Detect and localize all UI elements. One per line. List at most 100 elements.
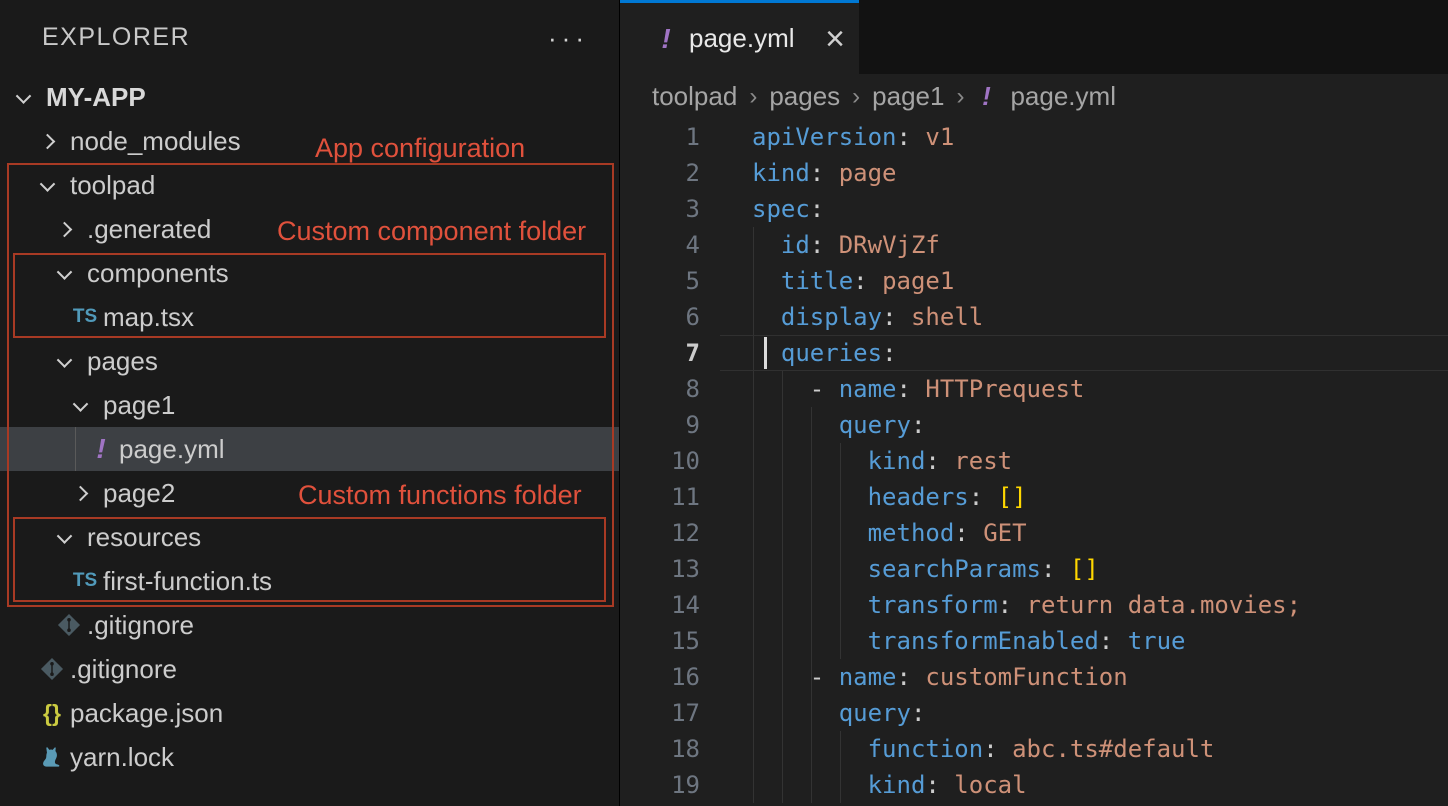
line-text: - name: customFunction xyxy=(700,663,1128,691)
breadcrumb-item-page1[interactable]: page1 xyxy=(872,81,944,112)
code-editor[interactable]: 1apiVersion: v12kind: page3spec:4 id: DR… xyxy=(620,119,1448,806)
code-lines: 1apiVersion: v12kind: page3spec:4 id: DR… xyxy=(620,119,1448,803)
text-cursor xyxy=(764,337,767,369)
ts-icon: TS xyxy=(69,564,101,598)
line-text: method: GET xyxy=(700,519,1027,547)
folder-twistie xyxy=(36,168,70,202)
line-number: 15 xyxy=(620,627,700,655)
chevron-down-icon xyxy=(73,396,89,412)
tree-item-gitignore[interactable]: .gitignore xyxy=(0,603,619,647)
tree-item-yarn-lock[interactable]: yarn.lock xyxy=(0,735,619,779)
line-number: 2 xyxy=(620,159,700,187)
line-number: 19 xyxy=(620,771,700,799)
close-tab-icon[interactable]: × xyxy=(825,24,845,54)
tree-item-my-app[interactable]: MY-APP xyxy=(0,75,619,119)
tree-item-label: page2 xyxy=(103,478,175,509)
line-text: apiVersion: v1 xyxy=(700,123,954,151)
code-line-6[interactable]: 6 display: shell xyxy=(620,299,1448,335)
file-icon-slot: TS xyxy=(69,300,103,334)
chevron-right-icon xyxy=(40,133,56,149)
tree-item-toolpad[interactable]: toolpad xyxy=(0,163,619,207)
line-text: transformEnabled: true xyxy=(700,627,1185,655)
code-line-10[interactable]: 10 kind: rest xyxy=(620,443,1448,479)
explorer-more-button[interactable]: ··· xyxy=(548,33,589,43)
git-icon xyxy=(53,608,85,642)
tab-title: page.yml xyxy=(689,23,795,54)
code-line-2[interactable]: 2kind: page xyxy=(620,155,1448,191)
line-number: 18 xyxy=(620,735,700,763)
tree-item-resources[interactable]: resources xyxy=(0,515,619,559)
file-icon-slot xyxy=(36,740,70,774)
tab-page-yml[interactable]: ! page.yml × xyxy=(620,0,859,74)
tree-item-package-json[interactable]: {}package.json xyxy=(0,691,619,735)
tree-item-first-function-ts[interactable]: TSfirst-function.ts xyxy=(0,559,619,603)
line-text: transform: return data.movies; xyxy=(700,591,1301,619)
folder-twistie xyxy=(36,124,70,158)
line-text: searchParams: [] xyxy=(700,555,1099,583)
file-icon-slot xyxy=(36,652,70,686)
code-line-1[interactable]: 1apiVersion: v1 xyxy=(620,119,1448,155)
tree-item-page1[interactable]: page1 xyxy=(0,383,619,427)
line-text: function: abc.ts#default xyxy=(700,735,1214,763)
tree-item-label: .generated xyxy=(87,214,211,245)
code-line-13[interactable]: 13 searchParams: [] xyxy=(620,551,1448,587)
code-line-12[interactable]: 12 method: GET xyxy=(620,515,1448,551)
breadcrumb-item-pages[interactable]: pages xyxy=(769,81,840,112)
code-line-8[interactable]: 8 - name: HTTPrequest xyxy=(620,371,1448,407)
yaml-file-icon: ! xyxy=(655,22,677,56)
tree-item-label: page.yml xyxy=(119,434,225,465)
code-line-11[interactable]: 11 headers: [] xyxy=(620,479,1448,515)
chevron-down-icon xyxy=(40,176,56,192)
tree-item-label: components xyxy=(87,258,229,289)
code-line-4[interactable]: 4 id: DRwVjZf xyxy=(620,227,1448,263)
chevron-right-icon xyxy=(73,485,89,501)
breadcrumb-item-toolpad[interactable]: toolpad xyxy=(652,81,737,112)
code-line-16[interactable]: 16 - name: customFunction xyxy=(620,659,1448,695)
line-number: 17 xyxy=(620,699,700,727)
line-number: 12 xyxy=(620,519,700,547)
line-text: display: shell xyxy=(700,303,983,331)
line-text: spec: xyxy=(700,195,824,223)
tree-item-gitignore[interactable]: .gitignore xyxy=(0,647,619,691)
line-number: 14 xyxy=(620,591,700,619)
breadcrumb-separator: › xyxy=(852,83,860,111)
chevron-down-icon xyxy=(16,88,32,104)
tree-item-map-tsx[interactable]: TSmap.tsx xyxy=(0,295,619,339)
tree-item-node-modules[interactable]: node_modules xyxy=(0,119,619,163)
tree-item-label: yarn.lock xyxy=(70,742,174,773)
tree-item-components[interactable]: components xyxy=(0,251,619,295)
tree-item-label: first-function.ts xyxy=(103,566,272,597)
code-line-15[interactable]: 15 transformEnabled: true xyxy=(620,623,1448,659)
tree-item-label: node_modules xyxy=(70,126,241,157)
code-line-5[interactable]: 5 title: page1 xyxy=(620,263,1448,299)
code-line-14[interactable]: 14 transform: return data.movies; xyxy=(620,587,1448,623)
code-line-19[interactable]: 19 kind: local xyxy=(620,767,1448,803)
code-line-17[interactable]: 17 query: xyxy=(620,695,1448,731)
line-text: queries: xyxy=(700,339,897,367)
folder-twistie xyxy=(69,476,103,510)
folder-twistie xyxy=(53,344,87,378)
tree-item-label: .gitignore xyxy=(70,654,177,685)
breadcrumb-item-label: page1 xyxy=(872,81,944,112)
tab-bar: ! page.yml × xyxy=(620,0,1448,74)
line-text: query: xyxy=(700,699,925,727)
tree-item-label: page1 xyxy=(103,390,175,421)
yaml-icon: ! xyxy=(85,432,117,466)
code-line-7[interactable]: 7 queries: xyxy=(620,335,1448,371)
tree-item-pages[interactable]: pages xyxy=(0,339,619,383)
line-text: query: xyxy=(700,411,925,439)
tree-item-generated[interactable]: .generated xyxy=(0,207,619,251)
chevron-right-icon xyxy=(57,221,73,237)
folder-twistie xyxy=(53,520,87,554)
line-number: 11 xyxy=(620,483,700,511)
breadcrumb-item-label: toolpad xyxy=(652,81,737,112)
file-tree: node_modulestoolpad .generated components T… xyxy=(0,119,619,779)
tree-item-page2[interactable]: page2 xyxy=(0,471,619,515)
line-number: 16 xyxy=(620,663,700,691)
folder-twistie xyxy=(53,256,87,290)
code-line-3[interactable]: 3spec: xyxy=(620,191,1448,227)
code-line-9[interactable]: 9 query: xyxy=(620,407,1448,443)
tree-item-page-yml[interactable]: !page.yml xyxy=(0,427,619,471)
code-line-18[interactable]: 18 function: abc.ts#default xyxy=(620,731,1448,767)
breadcrumb-item-page-yml[interactable]: !page.yml xyxy=(976,81,1116,112)
